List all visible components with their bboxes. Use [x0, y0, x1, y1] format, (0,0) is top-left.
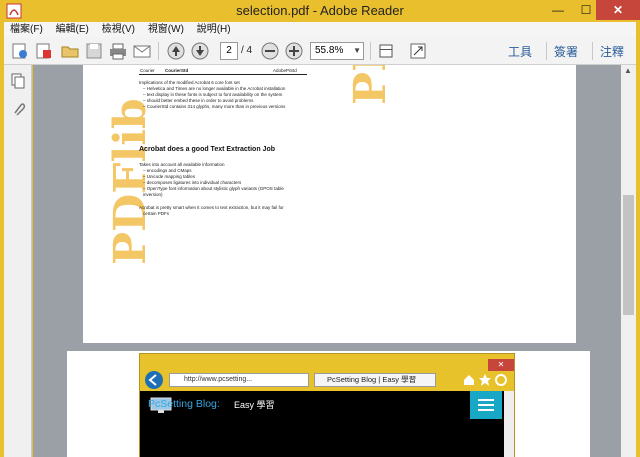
previous-page-icon[interactable]	[166, 41, 186, 61]
title-bar: selection.pdf - Adobe Reader — ☐ ✕	[0, 0, 640, 22]
page-number-input[interactable]: 2	[220, 42, 238, 60]
zoom-value: 55.8%	[315, 45, 344, 56]
browser-window-controls: ✕	[447, 354, 514, 371]
zoom-in-icon[interactable]	[284, 41, 304, 61]
pdf-heading: Acrobat does a good Text Extraction Job	[139, 146, 276, 153]
menu-bar: 檔案(F) 編輯(E) 檢視(V) 視窗(W) 說明(H)	[4, 22, 636, 37]
sign-pane-button[interactable]: 簽署	[554, 43, 578, 60]
scrollbar-thumb[interactable]	[623, 195, 634, 315]
toolbar-separator	[370, 42, 371, 60]
settings-icon	[495, 374, 507, 386]
fit-page-icon[interactable]	[376, 41, 396, 61]
browser-scrollbar	[504, 391, 514, 457]
home-icon	[464, 375, 474, 385]
comment-pane-button[interactable]: 注釋	[600, 43, 624, 60]
create-pdf-icon[interactable]	[10, 41, 30, 61]
menu-view[interactable]: 檢視(V)	[102, 22, 135, 37]
adobe-reader-window: selection.pdf - Adobe Reader — ☐ ✕ 檔案(F)…	[0, 0, 640, 457]
menu-file[interactable]: 檔案(F)	[10, 22, 43, 37]
attachments-icon[interactable]	[10, 101, 26, 117]
toolbar-separator	[158, 42, 159, 60]
page-thumbnails-icon[interactable]	[10, 73, 26, 89]
convert-icon[interactable]	[34, 41, 54, 61]
toolbar: 2 / 4 55.8% ▼ 工具 簽署 注釋	[4, 37, 636, 65]
menu-edit[interactable]: 編輯(E)	[56, 22, 89, 37]
minimize-button[interactable]: —	[544, 0, 572, 20]
menu-icon	[470, 391, 502, 419]
document-view[interactable]: PDFlib PDFlib Courier CourierStd AdobePi…	[33, 65, 621, 457]
chevron-down-icon: ▼	[353, 46, 361, 55]
full-screen-icon[interactable]	[408, 41, 428, 61]
blog-title: PcSetting Blog:	[148, 398, 220, 410]
bullet-line: certain PDFs	[143, 211, 170, 216]
bullet-line: inversion)	[143, 192, 163, 197]
back-icon	[145, 371, 163, 389]
table-rule	[139, 74, 307, 75]
scroll-up-icon[interactable]: ▲	[624, 66, 632, 75]
menu-help[interactable]: 說明(H)	[197, 22, 231, 37]
toolbar-separator	[546, 42, 547, 60]
vertical-scrollbar[interactable]: ▲	[621, 65, 636, 457]
tools-pane-button[interactable]: 工具	[508, 43, 532, 60]
embedded-browser-screenshot: ✕ http://www.pcsetting... PcSetting Blog…	[139, 353, 515, 457]
pdf-page: PDFlib PDFlib Courier CourierStd AdobePi…	[83, 65, 576, 343]
pdflib-watermark-right: PDFlib	[345, 65, 396, 105]
toolbar-separator	[592, 42, 593, 60]
favorites-icon	[479, 374, 491, 386]
page-total: / 4	[241, 45, 253, 56]
address-bar: http://www.pcsetting...	[169, 373, 309, 387]
next-page-icon[interactable]	[190, 41, 210, 61]
bullet-line: – CourierStd contains 314 glyphs, many m…	[143, 104, 286, 109]
save-icon[interactable]	[84, 41, 104, 61]
zoom-select[interactable]: 55.8% ▼	[310, 42, 364, 60]
email-icon[interactable]	[132, 41, 152, 61]
menu-window[interactable]: 視窗(W)	[148, 22, 184, 37]
close-button[interactable]: ✕	[596, 0, 640, 20]
navigation-pane	[4, 65, 32, 457]
print-icon[interactable]	[108, 41, 128, 61]
browser-tab: PcSetting Blog | Easy 學習	[314, 373, 436, 387]
blog-subtitle: Easy 學習	[234, 400, 275, 410]
bullet-line: – OpenType font information about stylis…	[143, 186, 284, 191]
zoom-out-icon[interactable]	[260, 41, 280, 61]
open-folder-icon[interactable]	[60, 41, 80, 61]
pdf-page: ✕ http://www.pcsetting... PcSetting Blog…	[67, 351, 590, 457]
